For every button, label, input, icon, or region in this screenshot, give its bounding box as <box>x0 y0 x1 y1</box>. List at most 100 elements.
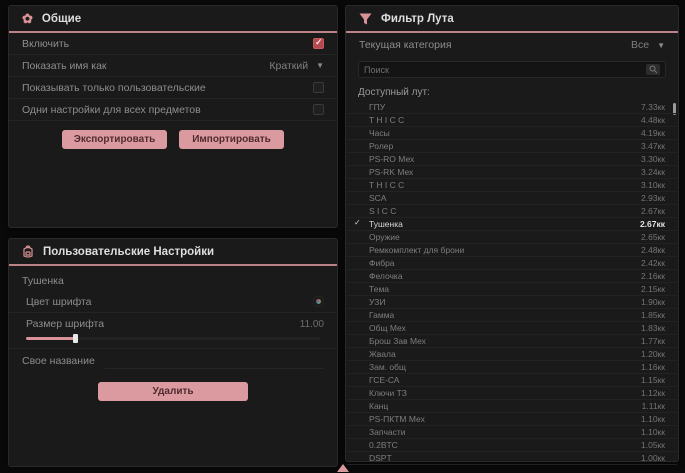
loot-item-value: 1.85кк <box>641 310 665 320</box>
loot-item-row[interactable]: ✓Фелочка2.16кк <box>347 270 677 283</box>
font-size-slider <box>9 335 337 349</box>
loot-item-row[interactable]: ✓ГПУ7.33кк <box>347 101 677 114</box>
loot-item-value: 3.30кк <box>641 154 665 164</box>
loot-item-name: Запчасти <box>369 427 406 437</box>
only-custom-checkbox[interactable] <box>313 82 324 93</box>
loot-item-value: 1.16кк <box>641 362 665 372</box>
loot-item-row[interactable]: ✓PS-ПКТМ Мех1.10кк <box>347 413 677 426</box>
loot-item-name: T H I C C <box>369 180 404 190</box>
loot-item-row[interactable]: ✓Часы4.19кк <box>347 127 677 140</box>
loot-item-value: 2.16кк <box>641 271 665 281</box>
loot-item-value: 4.19кк <box>641 128 665 138</box>
loot-item-value: 1.83кк <box>641 323 665 333</box>
loot-item-name: 0.2BTC <box>369 440 398 450</box>
general-panel-header: ✿ Общие <box>9 6 337 33</box>
general-panel-title: Общие <box>42 13 81 25</box>
loot-item-name: S I C C <box>369 206 396 216</box>
loot-item-name: Жвала <box>369 349 396 359</box>
loot-item-row[interactable]: ✓УЗИ1.90кк <box>347 296 677 309</box>
slider-fill <box>26 337 76 340</box>
backpack-icon <box>22 245 34 258</box>
loot-item-row[interactable]: ✓Запчасти1.10кк <box>347 426 677 439</box>
show-name-dropdown[interactable]: Краткий ▼ <box>269 60 324 72</box>
loot-item-row[interactable]: ✓Жвала1.20кк <box>347 348 677 361</box>
loot-item-row[interactable]: ✓S I C C2.67кк <box>347 205 677 218</box>
export-button[interactable]: Экспортировать <box>62 130 167 149</box>
loot-item-name: Часы <box>369 128 390 138</box>
search-input[interactable] <box>364 65 624 75</box>
loot-item-value: 2.67кк <box>640 219 665 229</box>
delete-button[interactable]: Удалить <box>98 382 248 401</box>
show-name-label: Показать имя как <box>22 60 107 72</box>
loot-item-row[interactable]: ✓Фибра2.42кк <box>347 257 677 270</box>
only-custom-label: Показывать только пользовательские <box>22 82 206 94</box>
same-settings-checkbox[interactable] <box>313 104 324 115</box>
loot-item-row[interactable]: ✓Гамма1.85кк <box>347 309 677 322</box>
expand-arrow-icon[interactable] <box>337 464 349 472</box>
loot-item-name: Тема <box>369 284 389 294</box>
custom-name-input[interactable] <box>105 353 324 369</box>
import-button[interactable]: Импортировать <box>179 130 284 149</box>
search-icon[interactable] <box>646 64 660 75</box>
available-loot-label: Доступный лут: <box>346 82 678 101</box>
selected-item-name: Тушенка <box>9 266 337 291</box>
loot-item-row[interactable]: ✓T H I C C4.48кк <box>347 114 677 127</box>
loot-item-value: 2.42кк <box>641 258 665 268</box>
color-wheel-icon[interactable] <box>313 296 324 307</box>
slider-track[interactable] <box>26 337 320 340</box>
loot-item-name: Зам. общ <box>369 362 406 372</box>
loot-list: ✓ГПУ7.33кк✓T H I C C4.48кк✓Часы4.19кк✓Ро… <box>347 101 677 465</box>
loot-filter-panel: Фильтр Лута Текущая категория Все ▼ Дост… <box>345 5 679 462</box>
font-size-label: Размер шрифта <box>26 318 104 330</box>
loot-item-row[interactable]: ✓DSPT1.00кк <box>347 452 677 465</box>
same-settings-label: Одни настройки для всех предметов <box>22 104 201 116</box>
loot-item-row[interactable]: ✓0.2BTC1.05кк <box>347 439 677 452</box>
loot-item-row[interactable]: ✓Тема2.15кк <box>347 283 677 296</box>
category-row: Текущая категория Все ▼ <box>346 33 678 57</box>
general-settings-panel: ✿ Общие Включить Показать имя как Кратки… <box>8 5 338 228</box>
loot-item-row[interactable]: ✓PS-RK Мех3.24кк <box>347 166 677 179</box>
loot-item-row[interactable]: ✓Ремкомплект для брони2.48кк <box>347 244 677 257</box>
loot-item-value: 2.65кк <box>641 232 665 242</box>
font-size-value: 11.00 <box>300 319 324 330</box>
slider-handle[interactable] <box>73 334 78 343</box>
loot-item-name: Канц <box>369 401 388 411</box>
loot-item-value: 1.90кк <box>641 297 665 307</box>
loot-item-row[interactable]: ✓ Тушенка 2.67кк <box>347 218 677 231</box>
same-settings-row: Одни настройки для всех предметов <box>9 99 337 121</box>
loot-item-name: Тушенка <box>369 219 403 229</box>
loot-item-name: PS-ПКТМ Мех <box>369 414 425 424</box>
loot-item-row[interactable]: ✓Зам. общ1.16кк <box>347 361 677 374</box>
loot-item-row[interactable]: ✓T H I C C3.10кк <box>347 179 677 192</box>
loot-item-value: 1.15кк <box>641 375 665 385</box>
enable-checkbox[interactable] <box>313 38 324 49</box>
loot-item-value: 7.33кк <box>641 102 665 112</box>
loot-item-value: 1.20кк <box>641 349 665 359</box>
loot-item-name: T H I C C <box>369 115 404 125</box>
loot-item-name: ГПУ <box>369 102 385 112</box>
loot-item-value: 2.48кк <box>641 245 665 255</box>
loot-item-row[interactable]: ✓Ключи ТЗ1.12кк <box>347 387 677 400</box>
loot-item-row[interactable]: ✓Оружие2.65кк <box>347 231 677 244</box>
loot-item-value: 1.05кк <box>641 440 665 450</box>
loot-item-row[interactable]: ✓PS-RO Мех3.30кк <box>347 153 677 166</box>
loot-item-row[interactable]: ✓Канц1.11кк <box>347 400 677 413</box>
user-settings-header: Пользовательские Настройки <box>9 239 337 266</box>
loot-item-name: Ключи ТЗ <box>369 388 407 398</box>
check-icon: ✓ <box>354 218 361 227</box>
loot-item-value: 1.00кк <box>641 453 665 463</box>
category-dropdown[interactable]: Все ▼ <box>631 39 665 51</box>
custom-name-label: Свое название <box>22 355 95 367</box>
loot-item-value: 1.12кк <box>641 388 665 398</box>
loot-item-row[interactable]: ✓ГСЕ-СА1.15кк <box>347 374 677 387</box>
funnel-icon <box>359 13 372 25</box>
loot-item-value: 1.11кк <box>642 401 665 411</box>
loot-item-row[interactable]: ✓SCA2.93кк <box>347 192 677 205</box>
loot-item-name: Ролер <box>369 141 393 151</box>
font-size-row: Размер шрифта 11.00 <box>9 313 337 335</box>
loot-item-row[interactable]: ✓Общ Мех1.83кк <box>347 322 677 335</box>
loot-item-name: Фелочка <box>369 271 403 281</box>
loot-item-row[interactable]: ✓Ролер3.47кк <box>347 140 677 153</box>
loot-item-row[interactable]: ✓Брош Зав Мех1.77кк <box>347 335 677 348</box>
loot-item-name: PS-RK Мех <box>369 167 413 177</box>
